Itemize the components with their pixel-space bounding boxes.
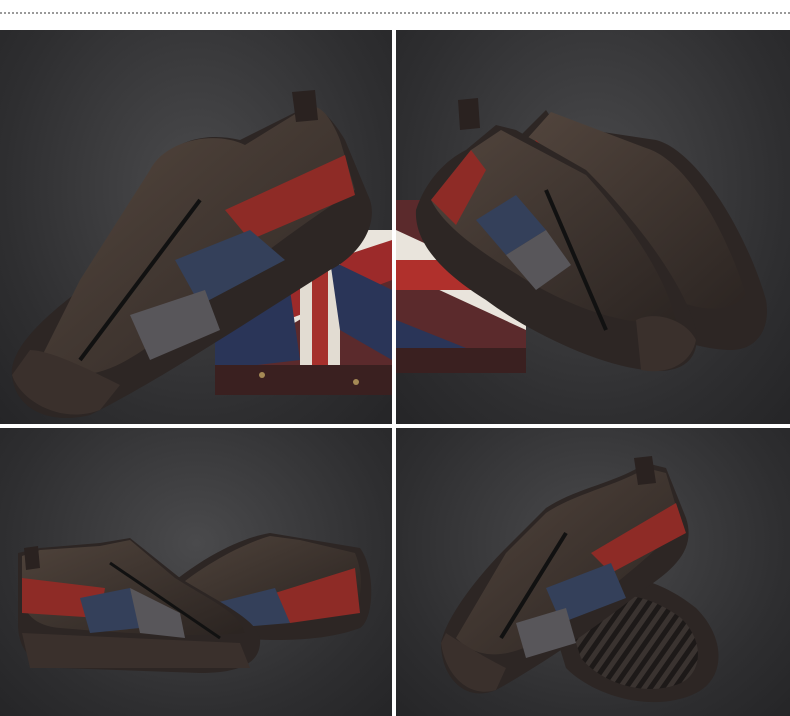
shoe-illustration-3 (18, 533, 372, 673)
shoe-illustration-1 (11, 90, 392, 419)
product-photo-3 (0, 428, 392, 716)
product-photo-4 (396, 428, 790, 716)
product-gallery (0, 0, 790, 716)
shoe-illustration-2 (396, 98, 767, 373)
dotted-divider (0, 12, 790, 14)
product-photo-1 (0, 30, 392, 424)
shoe-illustration-4 (441, 456, 719, 703)
product-photo-2 (396, 30, 790, 424)
